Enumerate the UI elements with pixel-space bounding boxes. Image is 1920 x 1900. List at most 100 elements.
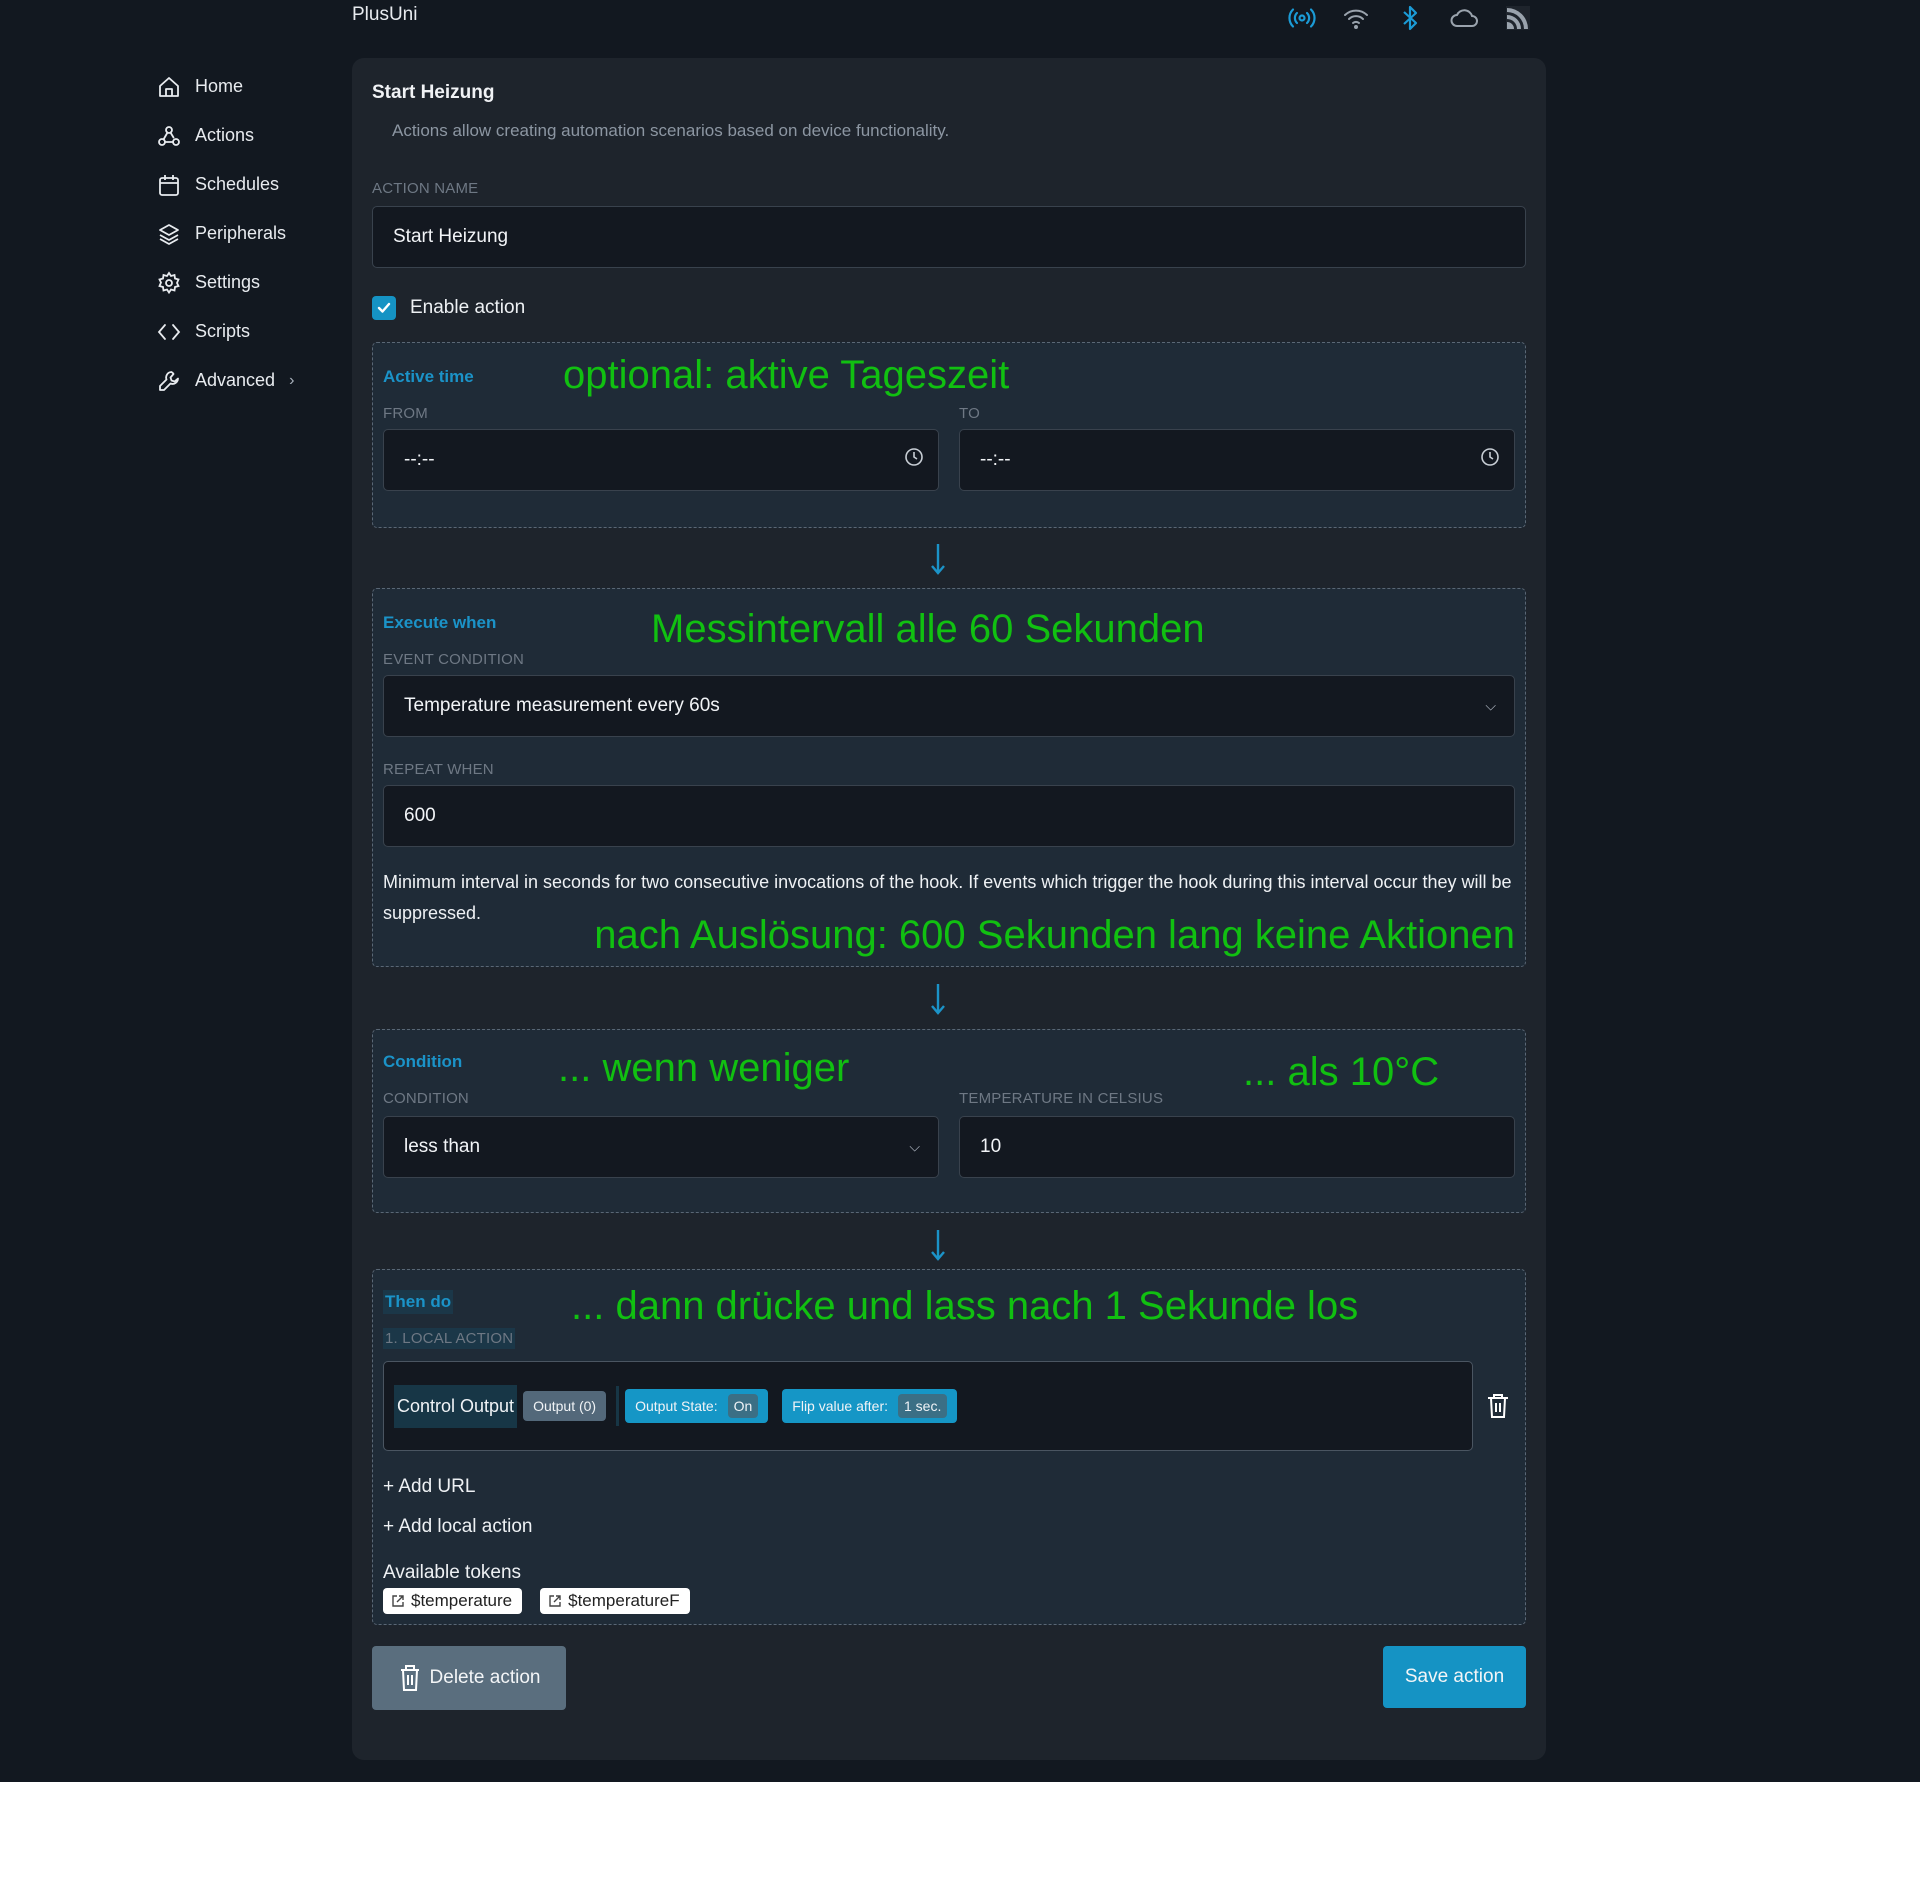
add-local-action-link[interactable]: + Add local action xyxy=(383,1516,532,1538)
condition-section: Condition ... wenn weniger ... als 10°C … xyxy=(372,1029,1526,1213)
save-action-button[interactable]: Save action xyxy=(1383,1646,1526,1708)
annotation: ... wenn weniger xyxy=(558,1046,850,1090)
cloud-icon[interactable] xyxy=(1448,2,1480,34)
token-label: $temperature xyxy=(411,1591,513,1610)
token-temperature-f[interactable]: $temperatureF xyxy=(540,1588,690,1614)
enable-action-checkbox[interactable] xyxy=(372,296,396,320)
check-icon xyxy=(377,302,391,313)
arrow-down-icon xyxy=(931,984,945,1015)
arrow-down-icon xyxy=(931,1230,945,1261)
sidebar-item-label: Peripherals xyxy=(195,223,287,243)
sidebar-item-label: Home xyxy=(195,76,244,96)
repeat-when-label: REPEAT WHEN xyxy=(383,761,494,778)
active-time-section: Active time optional: aktive Tageszeit F… xyxy=(372,342,1526,528)
home-icon xyxy=(155,73,183,101)
page-subtitle: Actions allow creating automation scenar… xyxy=(392,121,950,140)
action-type: Control Output xyxy=(394,1384,518,1428)
page-title: Start Heizung xyxy=(372,82,495,103)
chevron-right-icon: › xyxy=(289,371,295,389)
section-title: Condition xyxy=(383,1052,463,1071)
trash-icon xyxy=(1488,1394,1508,1418)
wifi-icon[interactable] xyxy=(1340,2,1372,34)
output-chip[interactable]: Output (0) xyxy=(523,1391,607,1421)
temperature-label: TEMPERATURE IN CELSIUS xyxy=(959,1090,1164,1107)
section-title: Active time xyxy=(383,367,474,386)
from-label: FROM xyxy=(383,405,428,422)
condition-value: less than xyxy=(404,1136,481,1157)
delete-local-action-button[interactable] xyxy=(1485,1392,1511,1425)
flip-value-label: Flip value after: xyxy=(792,1398,888,1414)
chevron-down-icon: ⌵ xyxy=(909,1138,920,1155)
annotation: ... als 10°C xyxy=(1243,1050,1440,1094)
sidebar-item-schedules[interactable]: Schedules xyxy=(155,160,355,209)
condition-select[interactable]: less than ⌵ xyxy=(383,1116,939,1178)
sidebar-item-scripts[interactable]: Scripts xyxy=(155,307,355,356)
trash-icon xyxy=(400,1665,419,1691)
calendar-icon xyxy=(155,171,183,199)
event-condition-value: Temperature measurement every 60s xyxy=(404,695,720,716)
rss-icon[interactable] xyxy=(1502,2,1534,34)
local-action-row[interactable]: Control Output Output (0) Output State: … xyxy=(383,1361,1473,1451)
to-time-value: --:-- xyxy=(980,449,1011,470)
condition-label: CONDITION xyxy=(383,1090,469,1107)
to-label: TO xyxy=(959,405,980,422)
output-state-chip[interactable]: Output State: On xyxy=(625,1389,769,1423)
action-name-label: ACTION NAME xyxy=(372,180,479,197)
local-action-label: 1. LOCAL ACTION xyxy=(383,1328,516,1349)
delete-action-label: Delete action xyxy=(429,1667,541,1688)
sidebar-item-home[interactable]: Home xyxy=(155,62,355,111)
section-title: Execute when xyxy=(383,613,497,632)
arrow-down-icon xyxy=(931,544,945,575)
external-link-icon xyxy=(392,1595,404,1607)
action-name-input[interactable]: Start Heizung xyxy=(372,206,1526,268)
wrench-icon xyxy=(155,367,183,395)
layers-icon xyxy=(155,220,183,248)
divider xyxy=(616,1386,620,1426)
from-time-value: --:-- xyxy=(404,449,435,470)
annotation: nach Auslösung: 600 Sekunden lang keine … xyxy=(594,913,1515,957)
sidebar-item-settings[interactable]: Settings xyxy=(155,258,355,307)
clock-icon[interactable] xyxy=(1480,447,1500,473)
token-temperature[interactable]: $temperature xyxy=(383,1588,523,1614)
external-link-icon xyxy=(549,1595,561,1607)
sidebar-item-label: Advanced xyxy=(195,370,276,390)
execute-when-section: Execute when Messintervall alle 60 Sekun… xyxy=(372,588,1526,967)
sidebar-item-peripherals[interactable]: Peripherals xyxy=(155,209,355,258)
output-state-label: Output State: xyxy=(635,1398,718,1414)
to-time-input[interactable]: --:-- xyxy=(959,429,1515,491)
annotation: Messintervall alle 60 Sekunden xyxy=(651,607,1205,651)
chevron-down-icon: ⌵ xyxy=(1485,697,1496,714)
annotation: optional: aktive Tageszeit xyxy=(563,353,1010,397)
bluetooth-icon[interactable] xyxy=(1394,2,1426,34)
sidebar-item-label: Scripts xyxy=(195,321,251,341)
annotation: ... dann drücke und lass nach 1 Sekunde … xyxy=(571,1284,1359,1328)
clock-icon[interactable] xyxy=(904,447,924,473)
add-url-link[interactable]: + Add URL xyxy=(383,1476,475,1498)
webhook-icon xyxy=(155,122,183,150)
broadcast-icon[interactable] xyxy=(1286,2,1318,34)
tokens-list: $temperature $temperatureF xyxy=(383,1588,708,1614)
enable-action-row[interactable]: Enable action xyxy=(372,296,525,320)
flip-value-chip[interactable]: Flip value after: 1 sec. xyxy=(782,1389,958,1423)
sidebar-item-label: Actions xyxy=(195,125,255,145)
from-time-input[interactable]: --:-- xyxy=(383,429,939,491)
delete-action-button[interactable]: Delete action xyxy=(372,1646,566,1710)
app-window: PlusUni Home Actions Schedules Periphera… xyxy=(0,0,1920,1782)
temperature-input[interactable]: 10 xyxy=(959,1116,1515,1178)
status-icons xyxy=(1286,2,1534,34)
repeat-when-input[interactable]: 600 xyxy=(383,785,1515,847)
then-do-section: Then do ... dann drücke und lass nach 1 … xyxy=(372,1269,1526,1625)
token-label: $temperatureF xyxy=(568,1591,680,1610)
code-icon xyxy=(155,318,183,346)
sidebar-item-advanced[interactable]: Advanced › xyxy=(155,356,355,405)
enable-action-label: Enable action xyxy=(410,297,526,318)
event-condition-select[interactable]: Temperature measurement every 60s ⌵ xyxy=(383,675,1515,737)
flip-value-value: 1 sec. xyxy=(898,1394,948,1418)
sidebar: Home Actions Schedules Peripherals Setti… xyxy=(155,62,355,405)
sidebar-item-actions[interactable]: Actions xyxy=(155,111,355,160)
available-tokens-label: Available tokens xyxy=(383,1562,522,1583)
output-state-value: On xyxy=(727,1394,759,1418)
app-title: PlusUni xyxy=(352,4,418,25)
gear-icon xyxy=(155,269,183,297)
sidebar-item-label: Schedules xyxy=(195,174,280,194)
